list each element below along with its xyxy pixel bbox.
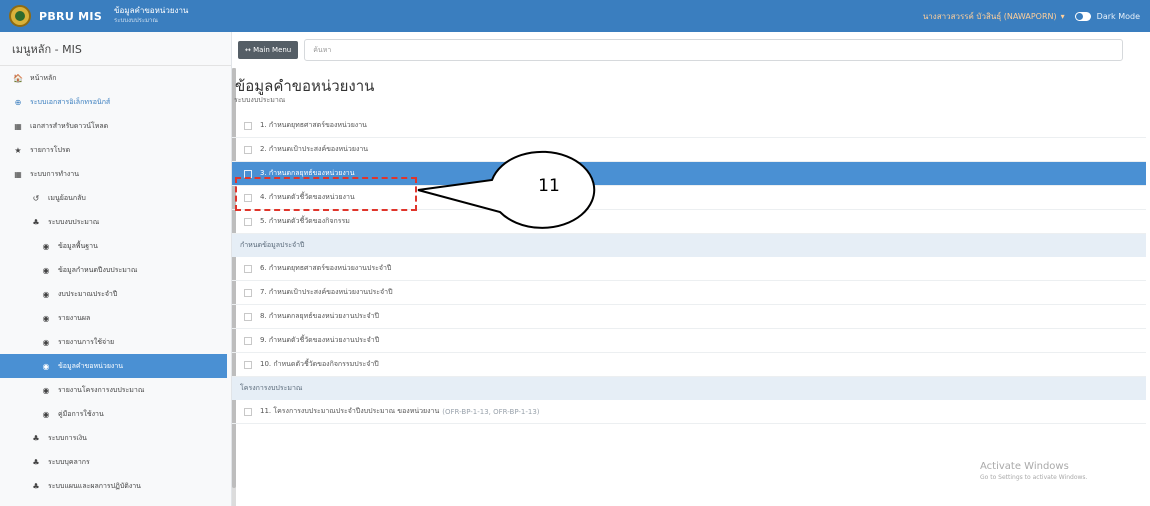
- annotation-number: 11: [538, 176, 560, 196]
- annotation-highlight-box: [235, 177, 417, 211]
- watermark-title: Activate Windows: [980, 461, 1069, 472]
- annotation-callout-shape: [417, 150, 596, 229]
- app-root: PBRU MIS ข้อมูลคำขอหน่วยงาน ระบบงบประมาณ…: [0, 0, 1150, 506]
- watermark-subtitle: Go to Settings to activate Windows.: [980, 474, 1088, 481]
- windows-activation-watermark: Activate Windows Go to Settings to activ…: [980, 461, 1087, 481]
